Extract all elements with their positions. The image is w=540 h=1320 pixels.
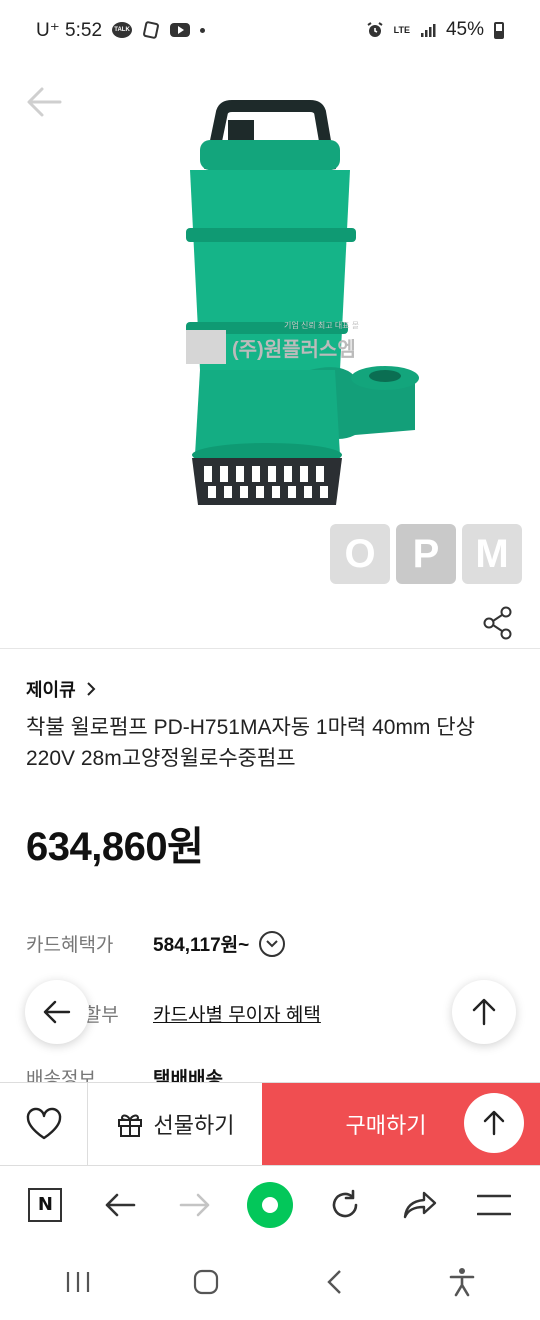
naver-n-icon: N: [28, 1187, 63, 1222]
divider: [0, 648, 540, 649]
scroll-top-button[interactable]: [464, 1093, 524, 1153]
home-button[interactable]: [178, 1254, 234, 1310]
status-bar: U⁺ 5:52 TALK LTE 45%: [0, 0, 540, 60]
more-notifications-dot: [200, 27, 206, 33]
watermark-tagline: 기업 신뢰 최고 대표 몰: [284, 321, 360, 330]
wishlist-button[interactable]: [0, 1083, 88, 1165]
system-nav-bar: [0, 1243, 540, 1320]
heart-icon: [26, 1107, 61, 1140]
youtube-icon: [170, 23, 191, 37]
card-benefit-label: 카드혜택가: [26, 935, 114, 956]
green-dot-icon: [246, 1181, 293, 1228]
scroll-top-fab[interactable]: [452, 980, 516, 1044]
installment-link[interactable]: 카드사별 무이자 혜택: [153, 1000, 321, 1027]
hamburger-icon: [477, 1194, 512, 1215]
battery-percent: 45%: [445, 19, 484, 40]
refresh-icon: [332, 1189, 358, 1217]
green-dot-button[interactable]: [242, 1177, 298, 1233]
opm-letter: P: [396, 524, 456, 584]
card-benefit-price: 584,117원~: [153, 935, 250, 956]
battery-icon: [494, 21, 504, 39]
arrow-left-icon: [43, 1000, 71, 1024]
arrow-up-icon: [483, 1110, 505, 1136]
chevron-left-icon: [327, 1269, 341, 1294]
product-title: 착불 윌로펌프 PD-H751MA자동 1마력 40mm 단상220V 28m고…: [26, 716, 475, 770]
watermark-logo-box: [186, 330, 226, 364]
gift-label: 선물하기: [153, 1113, 235, 1138]
recent-apps-button[interactable]: [50, 1254, 106, 1310]
opm-logo: O P M: [330, 524, 522, 584]
signal-icon: [420, 22, 436, 38]
arrow-up-icon: [472, 998, 496, 1026]
home-icon: [193, 1269, 219, 1294]
store-link[interactable]: 제이큐: [26, 676, 96, 702]
back-fab[interactable]: [25, 980, 89, 1044]
notification-icon: [142, 21, 160, 39]
share-arrow-icon: [403, 1191, 436, 1218]
browser-forward-button[interactable]: [167, 1177, 223, 1233]
browser-toolbar: N: [0, 1165, 540, 1243]
browser-back-button[interactable]: [92, 1177, 148, 1233]
product-price: 634,860원: [26, 825, 204, 869]
arrow-left-icon: [105, 1193, 136, 1216]
back-arrow-icon[interactable]: [24, 84, 64, 120]
gift-icon: [117, 1114, 142, 1137]
card-benefit-row: 카드혜택가 584,117원~: [26, 930, 286, 957]
opm-letter: M: [462, 524, 522, 584]
kakaotalk-icon: TALK: [112, 22, 133, 38]
menu-button[interactable]: [466, 1177, 522, 1233]
buy-label: 구매하기: [345, 1113, 427, 1138]
opm-letter: O: [330, 524, 390, 584]
watermark-company: (주)원플러스엠: [232, 338, 356, 361]
alarm-icon: [366, 21, 384, 39]
refresh-button[interactable]: [317, 1177, 373, 1233]
browser-share-button[interactable]: [392, 1177, 448, 1233]
chevron-down-circle-icon[interactable]: [259, 930, 286, 957]
store-name: 제이큐: [26, 680, 76, 700]
purchase-bar: 선물하기 구매하기: [0, 1082, 540, 1165]
arrow-right-icon: [179, 1193, 210, 1216]
watermark: (주)원플러스엠 기업 신뢰 최고 대표 몰: [186, 321, 359, 364]
pump-image: [186, 100, 419, 505]
system-back-button[interactable]: [306, 1254, 362, 1310]
gift-button[interactable]: 선물하기: [88, 1083, 262, 1165]
share-icon[interactable]: [482, 606, 514, 640]
chevron-right-icon: [86, 682, 96, 696]
recent-apps-icon: [66, 1271, 90, 1292]
lte-indicator: LTE: [393, 24, 410, 35]
carrier-time: U⁺ 5:52: [36, 19, 103, 41]
accessibility-button[interactable]: [434, 1254, 490, 1310]
accessibility-icon: [449, 1267, 475, 1296]
naver-home-button[interactable]: N: [17, 1177, 73, 1233]
buy-button[interactable]: 구매하기: [262, 1083, 540, 1165]
